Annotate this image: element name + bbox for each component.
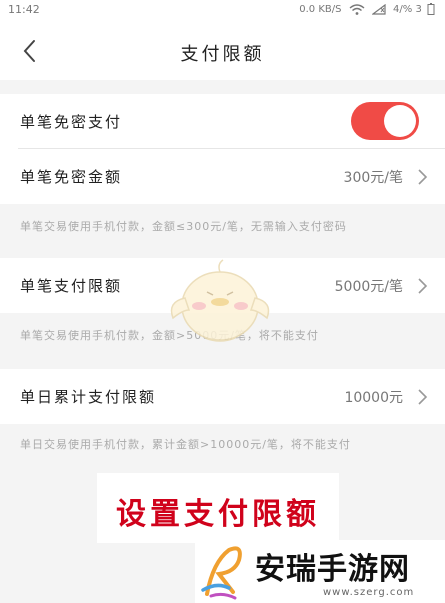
caption-box: 设置支付限额 [97, 473, 339, 543]
toggle-knob [384, 105, 416, 137]
site-watermark: 安瑞手游网 www.szerg.com [195, 540, 445, 603]
signal-icon [371, 3, 386, 15]
free-password-payment-toggle[interactable] [351, 102, 419, 140]
daily-payment-limit-row[interactable]: 单日累计支付限额 10000元 [0, 369, 445, 424]
mascot-watermark [170, 259, 270, 342]
daily-payment-limit-value: 10000元 [344, 390, 403, 406]
status-time: 11:42 [8, 3, 40, 16]
chevron-right-icon [418, 389, 428, 405]
daily-payment-note: 单日交易使用手机付款，累计金额>10000元/笔，将不能支付 [20, 438, 351, 451]
free-password-payment-label: 单笔免密支付 [20, 113, 123, 131]
caption-text: 设置支付限额 [116, 497, 320, 532]
free-password-note: 单笔交易使用手机付款，金额≤300元/笔，无需输入支付密码 [20, 220, 347, 233]
page-title: 支付限额 [180, 44, 265, 65]
logo-icon [201, 546, 242, 600]
free-password-payment-row: 单笔免密支付 [0, 94, 445, 149]
status-bar: 11:42 0.0 KB/S 4/% 3 [0, 0, 445, 22]
free-password-amount-row[interactable]: 单笔免密金额 300元/笔 [0, 149, 445, 204]
battery-text: 4/% 3 [393, 4, 422, 15]
daily-payment-limit-label: 单日累计支付限额 [20, 388, 157, 406]
single-payment-limit-value: 5000元/笔 [334, 279, 403, 295]
free-password-amount-label: 单笔免密金额 [20, 168, 123, 186]
single-payment-limit-label: 单笔支付限额 [20, 277, 123, 295]
wifi-icon [349, 3, 365, 15]
watermark-url: www.szerg.com [323, 587, 415, 598]
free-password-amount-value: 300元/笔 [343, 170, 403, 186]
network-speed: 0.0 KB/S [299, 4, 342, 15]
chevron-right-icon [418, 169, 428, 185]
chevron-right-icon [418, 278, 428, 294]
watermark-title: 安瑞手游网 [255, 552, 410, 587]
battery-icon [427, 3, 435, 15]
nav-bar: 支付限额 [0, 22, 445, 80]
status-indicators: 0.0 KB/S 4/% 3 [299, 3, 435, 15]
